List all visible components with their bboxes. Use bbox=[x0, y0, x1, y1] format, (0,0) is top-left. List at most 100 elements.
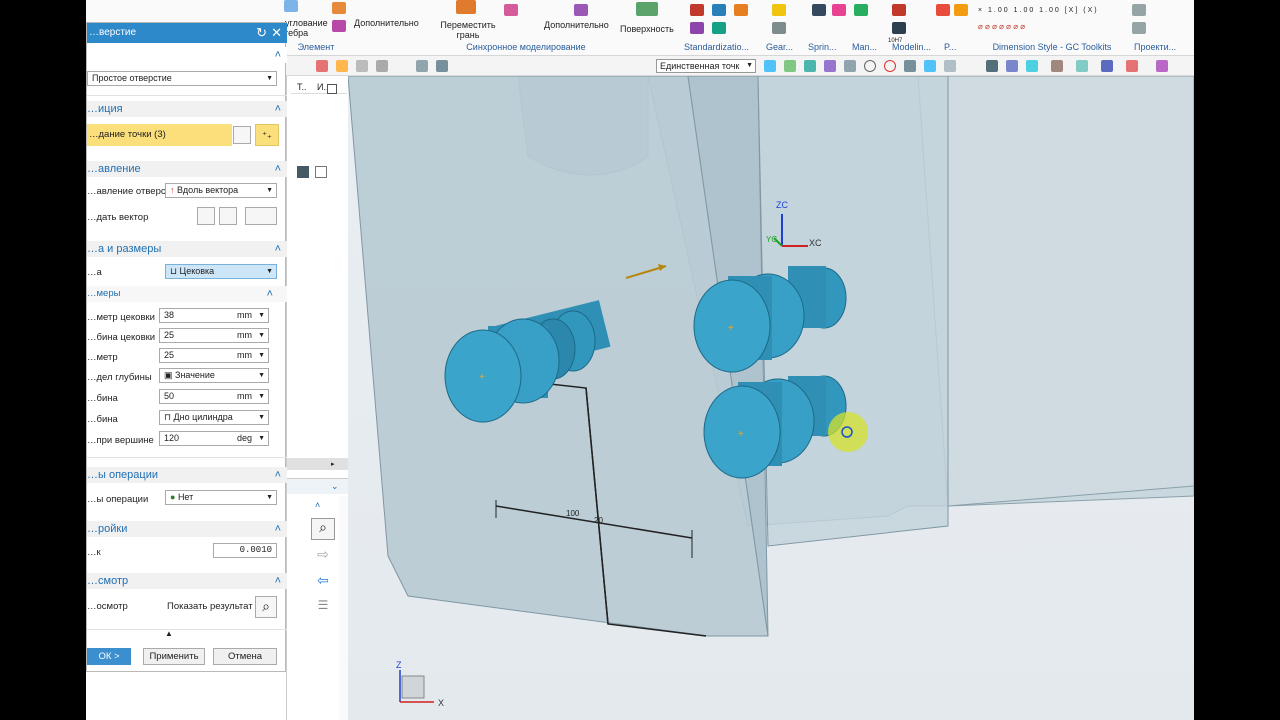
tip-angle-input[interactable]: 120 deg ▼ bbox=[159, 431, 269, 446]
point-icon[interactable] bbox=[764, 60, 776, 72]
panel-scrollbar[interactable] bbox=[287, 458, 349, 470]
dimensions-subheader[interactable]: …меры ˄ bbox=[87, 286, 287, 302]
standard2-icon[interactable] bbox=[712, 4, 726, 16]
apply-button[interactable]: Применить bbox=[143, 648, 205, 665]
graphics-viewport[interactable]: 100 20 + + + ZC XC YC Z X bbox=[347, 75, 1194, 720]
more-button-1[interactable]: Дополнительно bbox=[354, 18, 419, 28]
specify-point-field[interactable]: …дание точки (3) bbox=[87, 124, 232, 146]
snap-icon[interactable] bbox=[316, 60, 328, 72]
snap-grid-icon[interactable] bbox=[944, 60, 956, 72]
forward-arrow-icon[interactable]: ⇨ bbox=[311, 546, 335, 568]
spring-icon[interactable] bbox=[812, 4, 826, 16]
collapse-triangle-icon[interactable]: ▲ bbox=[165, 629, 173, 638]
boolean-section-header[interactable]: …ы операции ˄ bbox=[87, 467, 287, 483]
position-section-header[interactable]: …иция ˄ bbox=[87, 101, 287, 117]
chevron-up-icon[interactable]: ˄ bbox=[275, 521, 281, 537]
proj2-icon[interactable] bbox=[1132, 22, 1146, 34]
wcs-icon[interactable] bbox=[1156, 60, 1168, 72]
check-icon[interactable] bbox=[854, 4, 868, 16]
vector-dialog-icon[interactable] bbox=[219, 207, 237, 225]
snap-quadrant-icon[interactable] bbox=[884, 60, 896, 72]
snap-center-icon[interactable] bbox=[864, 60, 876, 72]
snap-tangent-icon[interactable] bbox=[924, 60, 936, 72]
spring2-icon[interactable] bbox=[832, 4, 846, 16]
save-icon[interactable] bbox=[297, 166, 309, 178]
view-icon[interactable] bbox=[416, 60, 428, 72]
hole-type-dropdown[interactable]: Простое отверстие ▼ bbox=[87, 71, 277, 86]
ok-button[interactable]: ОК > bbox=[87, 648, 131, 665]
rotate-icon[interactable] bbox=[1026, 60, 1038, 72]
snap-mid-icon[interactable] bbox=[804, 60, 816, 72]
grid-icon[interactable] bbox=[376, 60, 388, 72]
gear2-icon[interactable] bbox=[772, 22, 786, 34]
p-icon[interactable] bbox=[936, 4, 950, 16]
counterbore-diameter-input[interactable]: 38 mm ▼ bbox=[159, 308, 269, 323]
scroll-right-icon[interactable]: ▸ bbox=[331, 460, 335, 468]
hole-direction-dropdown[interactable]: ↑ Вдоль вектора ▼ bbox=[165, 183, 277, 198]
model-view[interactable]: 100 20 + + + ZC XC YC Z X bbox=[347, 75, 1194, 720]
dim-symbols[interactable]: ⌀ ⌀ ⌀ ⌀ ⌀ ⌀ ⌀ bbox=[978, 22, 1088, 32]
snap-end-icon[interactable] bbox=[784, 60, 796, 72]
cancel-button[interactable]: Отмена bbox=[213, 648, 277, 665]
proj-icon[interactable] bbox=[1132, 4, 1146, 16]
selection-dropdown[interactable]: Единственная точк ▼ bbox=[656, 59, 756, 73]
show-result-magnifier-icon[interactable]: ⌕ bbox=[255, 596, 277, 618]
surface-button[interactable]: Поверхность bbox=[620, 24, 674, 34]
form-section-header[interactable]: …а и размеры ˄ bbox=[87, 241, 287, 257]
gear-icon[interactable] bbox=[772, 4, 786, 16]
inferred-vector-icon[interactable] bbox=[245, 207, 277, 225]
section-icon[interactable] bbox=[1126, 60, 1138, 72]
model2-icon[interactable] bbox=[892, 22, 906, 34]
depth-limit-dropdown[interactable]: ▣ Значение ▼ bbox=[159, 368, 269, 383]
curve-icon[interactable] bbox=[356, 60, 368, 72]
fit-icon[interactable] bbox=[986, 60, 998, 72]
chevron-up-icon[interactable]: ˄ bbox=[275, 241, 281, 257]
filter-icon[interactable] bbox=[336, 60, 348, 72]
selected-point-highlight[interactable] bbox=[828, 412, 868, 452]
edit-icon[interactable] bbox=[315, 166, 327, 178]
display-icon[interactable] bbox=[1101, 60, 1113, 72]
settings-section-header[interactable]: …ройки ˄ bbox=[87, 521, 287, 537]
collapse-up-icon[interactable]: ˄ bbox=[315, 500, 320, 510]
render-icon[interactable] bbox=[1051, 60, 1063, 72]
back-arrow-icon[interactable]: ⇦ bbox=[311, 572, 335, 594]
depth-to-dropdown[interactable]: ⊓ Дно цилиндра ▼ bbox=[159, 410, 269, 425]
type-section-header[interactable]: ˄ bbox=[87, 47, 287, 63]
close-icon[interactable]: ✕ bbox=[271, 25, 282, 41]
chevron-up-icon[interactable]: ˄ bbox=[275, 467, 281, 483]
standard5-icon[interactable] bbox=[712, 22, 726, 34]
magnifier-icon[interactable]: ⌕ bbox=[311, 518, 335, 540]
snap-ctrl-icon[interactable] bbox=[824, 60, 836, 72]
snap-point-icon[interactable] bbox=[904, 60, 916, 72]
standard-icon[interactable] bbox=[690, 4, 704, 16]
boolean-dropdown[interactable]: ● Нет ▼ bbox=[165, 490, 277, 505]
orient-icon[interactable] bbox=[1076, 60, 1088, 72]
standard3-icon[interactable] bbox=[734, 4, 748, 16]
counterbore-depth-input[interactable]: 25 mm ▼ bbox=[159, 328, 269, 343]
preview-section-header[interactable]: …смотр ˄ bbox=[87, 573, 287, 589]
depth-input[interactable]: 50 mm ▼ bbox=[159, 389, 269, 404]
tolerance-input[interactable]: 0.0010 bbox=[213, 543, 277, 558]
standard4-icon[interactable] bbox=[690, 22, 704, 34]
p2-icon[interactable] bbox=[954, 4, 968, 16]
view2-icon[interactable] bbox=[436, 60, 448, 72]
chevron-up-icon[interactable]: ˄ bbox=[275, 573, 281, 589]
reset-icon[interactable]: ↻ bbox=[256, 25, 267, 41]
snap-intersect-icon[interactable] bbox=[844, 60, 856, 72]
form-dropdown[interactable]: ⊔ Цековка ▼ bbox=[165, 264, 277, 279]
nav-col-type[interactable]: Т.. bbox=[297, 82, 307, 92]
direction-section-header[interactable]: …авление ˄ bbox=[87, 161, 287, 177]
model-icon[interactable] bbox=[892, 4, 906, 16]
chevron-up-icon[interactable]: ˄ bbox=[275, 161, 281, 177]
collapse-chevron-icon[interactable]: ⌄ bbox=[331, 481, 339, 492]
zoom-icon[interactable] bbox=[1006, 60, 1018, 72]
diameter-input[interactable]: 25 mm ▼ bbox=[159, 348, 269, 363]
reverse-direction-icon[interactable] bbox=[197, 207, 215, 225]
move-face-button[interactable]: Переместить грань bbox=[438, 20, 498, 40]
chevron-up-icon[interactable]: ˄ bbox=[275, 47, 281, 63]
point-dialog-icon[interactable]: ⁺₊ bbox=[255, 124, 279, 146]
dim-values[interactable]: × 1.00 1.00 1.00 [X] (X) bbox=[978, 6, 1097, 16]
chevron-up-icon[interactable]: ˄ bbox=[275, 101, 281, 117]
sync-more-button[interactable]: Дополнительно bbox=[544, 20, 609, 30]
list-icon[interactable]: ☰ bbox=[311, 598, 335, 620]
